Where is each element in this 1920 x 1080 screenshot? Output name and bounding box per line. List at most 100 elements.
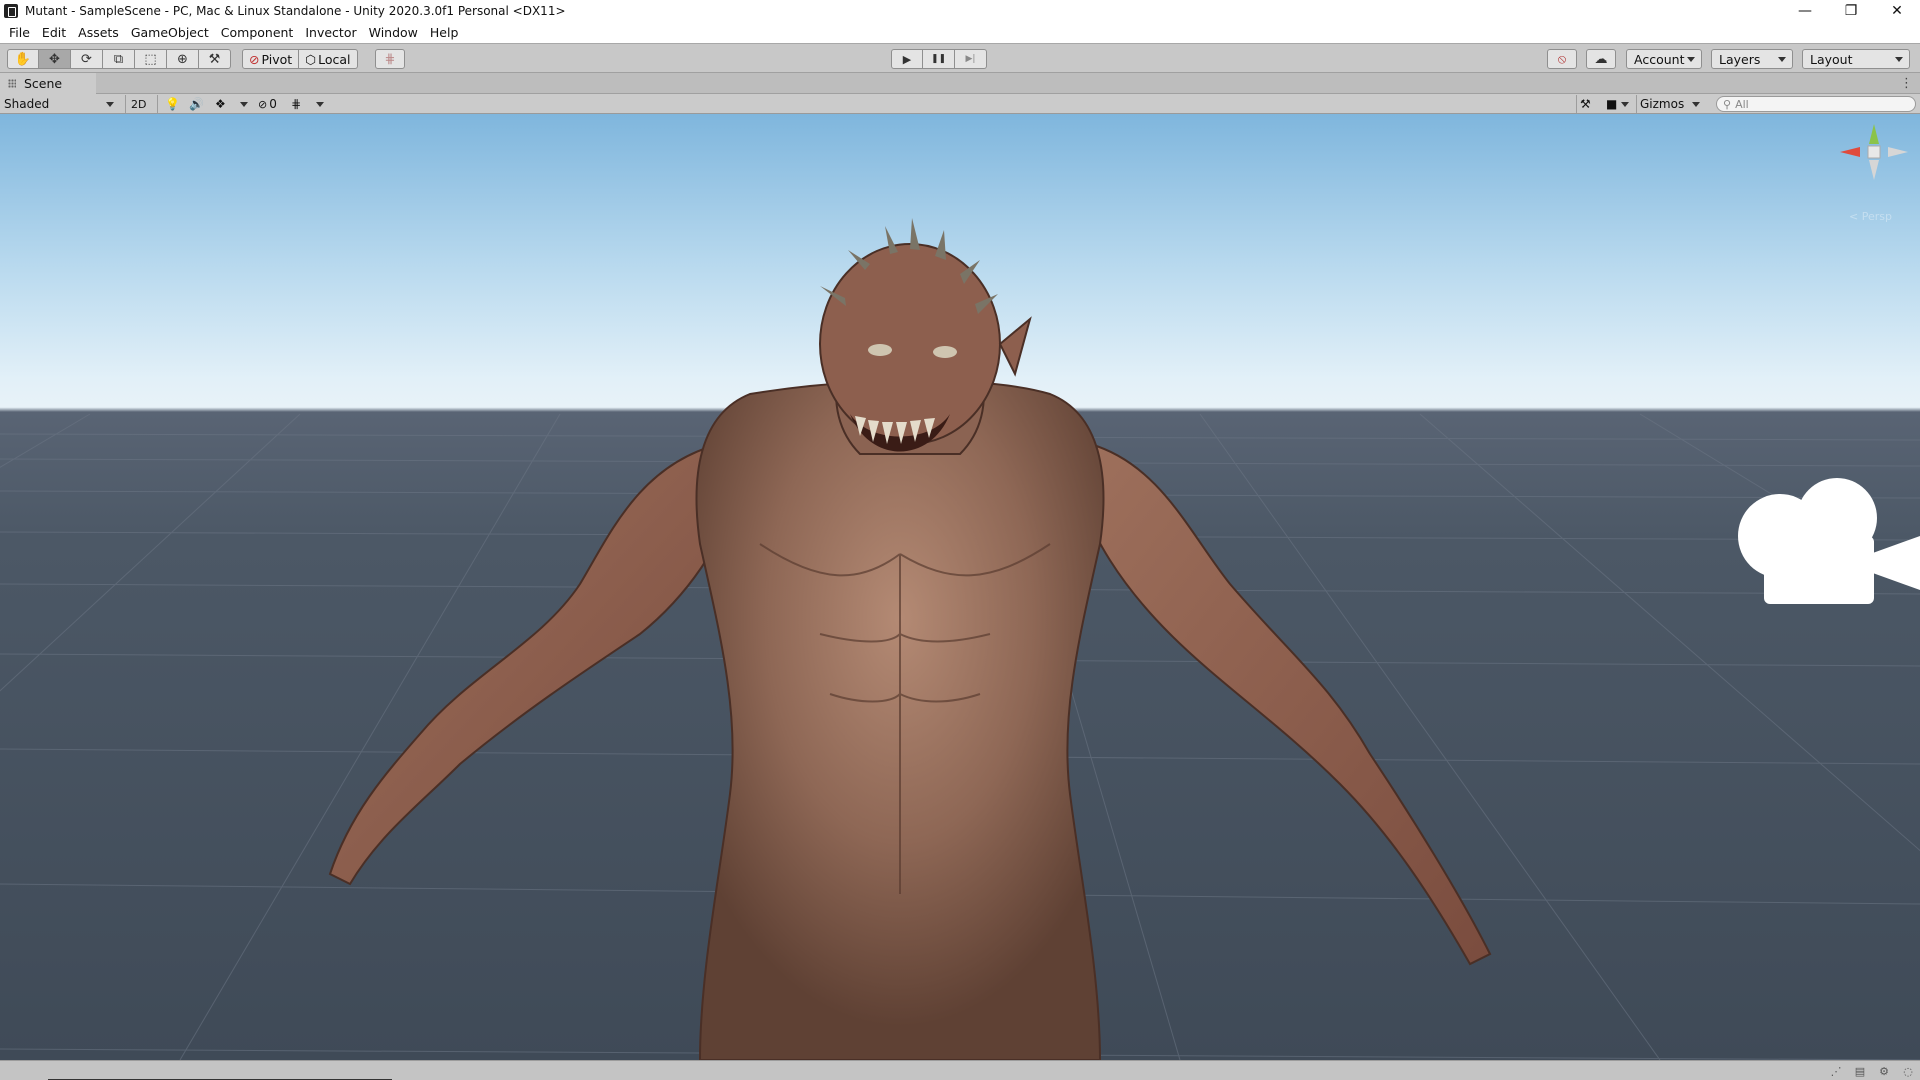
pause-button[interactable]: ❚❚: [923, 49, 955, 69]
custom-tool-button[interactable]: ⚒: [199, 49, 231, 69]
chevron-down-icon: [1692, 101, 1700, 107]
title-bar: Mutant - SampleScene - PC, Mac & Linux S…: [0, 0, 1920, 22]
window-controls: — ❐ ✕: [1782, 0, 1920, 22]
collab-group: ⦸: [1547, 49, 1577, 69]
menu-window[interactable]: Window: [363, 25, 424, 40]
kebab-menu-icon[interactable]: ⋮: [1900, 76, 1913, 91]
pivot-icon: ⊘: [249, 51, 260, 67]
snap-icon: ⋕: [384, 51, 396, 67]
restore-button[interactable]: ❐: [1828, 0, 1874, 22]
camera-settings-button[interactable]: ■: [1606, 95, 1630, 113]
grid-dropdown[interactable]: [316, 95, 324, 113]
rotate-tool-button[interactable]: ⟳: [71, 49, 103, 69]
unity-logo-icon: [4, 4, 18, 18]
layers-status-icon[interactable]: ▤: [1852, 1063, 1868, 1079]
effects-icon: ❖: [215, 97, 226, 111]
shading-mode-dropdown[interactable]: Shaded: [4, 95, 116, 113]
menu-assets[interactable]: Assets: [72, 25, 125, 40]
playback-controls: ▶ ❚❚ ▶|: [891, 49, 987, 69]
menu-component[interactable]: Component: [215, 25, 300, 40]
cloud-button[interactable]: ☁: [1586, 49, 1616, 69]
layout-dropdown[interactable]: Layout: [1802, 49, 1910, 69]
mutant-character-model[interactable]: [0, 114, 1920, 1060]
gizmos-button[interactable]: Gizmos: [1640, 95, 1684, 113]
cloud-icon: ☁: [1594, 51, 1608, 67]
hand-tool-button[interactable]: ✋: [7, 49, 39, 69]
local-label: Local: [318, 51, 351, 67]
pivot-group: ⊘ Pivot ⬡ Local: [242, 49, 358, 69]
chevron-down-icon: [1621, 101, 1630, 107]
hierarchy-search-input[interactable]: ⚲ All: [1716, 96, 1916, 112]
snap-group: ⋕: [375, 49, 405, 69]
step-button[interactable]: ▶|: [955, 49, 987, 69]
chevron-down-icon: [240, 101, 248, 107]
local-button[interactable]: ⬡ Local: [299, 49, 358, 69]
step-icon: ▶|: [965, 54, 976, 64]
effects-toggle[interactable]: ❖: [215, 95, 226, 113]
menu-help[interactable]: Help: [424, 25, 465, 40]
effects-dropdown[interactable]: [240, 95, 248, 113]
scale-tool-button[interactable]: ⧉: [103, 49, 135, 69]
close-button[interactable]: ✕: [1874, 0, 1920, 22]
debug-icon[interactable]: ⚙: [1876, 1063, 1892, 1079]
custom-tool-icon: ⚒: [208, 51, 221, 67]
collab-button[interactable]: ⦸: [1547, 49, 1577, 69]
2d-toggle[interactable]: 2D: [131, 95, 151, 113]
pivot-label: Pivot: [261, 51, 293, 67]
local-icon: ⬡: [305, 51, 317, 67]
gizmos-label: Gizmos: [1640, 97, 1685, 111]
scene-tab-strip: Scene ⋮: [0, 73, 1920, 94]
pivot-button[interactable]: ⊘ Pivot: [242, 49, 300, 69]
layers-dropdown[interactable]: Layers: [1711, 49, 1793, 69]
scale-icon: ⧉: [113, 51, 124, 67]
lighting-toggle[interactable]: 💡: [165, 95, 180, 113]
camera-gizmo-icon[interactable]: [1720, 466, 1920, 616]
minimize-button[interactable]: —: [1782, 0, 1828, 22]
separator: [125, 95, 126, 113]
network-icon[interactable]: ⋰: [1828, 1063, 1844, 1079]
rect-tool-button[interactable]: ⬚: [135, 49, 167, 69]
main-toolbar: ✋ ✥ ⟳ ⧉ ⬚ ⊕ ⚒ ⊘ Pivot ⬡ Local ⋕ ▶ ❚❚ ▶| …: [0, 43, 1920, 73]
play-icon: ▶: [902, 52, 912, 66]
move-icon: ✥: [49, 51, 60, 67]
layout-label: Layout: [1810, 51, 1853, 67]
rotate-icon: ⟳: [81, 51, 92, 67]
eye-slash-icon: ⊘: [258, 97, 268, 111]
hidden-objects-toggle[interactable]: ⊘ 0: [258, 95, 277, 113]
menu-invector[interactable]: Invector: [299, 25, 362, 40]
speaker-icon: 🔊: [189, 97, 204, 111]
cloud-group: ☁: [1586, 49, 1616, 69]
account-dropdown[interactable]: Account: [1626, 49, 1702, 69]
projection-label[interactable]: < Persp: [1849, 210, 1892, 223]
transform-tools: ✋ ✥ ⟳ ⧉ ⬚ ⊕ ⚒: [7, 49, 231, 69]
gizmos-dropdown[interactable]: [1692, 95, 1700, 113]
chevron-down-icon: [1778, 57, 1786, 62]
chevron-down-icon: [1687, 57, 1695, 62]
grid-icon: ⋕: [291, 97, 302, 111]
orientation-gizmo[interactable]: [1838, 122, 1910, 222]
separator: [1576, 95, 1577, 113]
wrench-icon: ⚒: [1580, 97, 1591, 111]
grid-toggle[interactable]: ⋕: [291, 95, 301, 113]
2d-label: 2D: [131, 97, 147, 111]
grip-icon: [8, 79, 16, 88]
hand-icon: ✋: [14, 51, 32, 67]
collab-icon: ⦸: [1557, 51, 1567, 67]
play-button[interactable]: ▶: [891, 49, 923, 69]
move-tool-button[interactable]: ✥: [39, 49, 71, 69]
audio-toggle[interactable]: 🔊: [189, 95, 204, 113]
tab-scene[interactable]: Scene: [0, 73, 96, 94]
snap-button[interactable]: ⋕: [375, 49, 405, 69]
rect-icon: ⬚: [144, 51, 157, 67]
menu-gameobject[interactable]: GameObject: [125, 25, 215, 40]
transform-tool-button[interactable]: ⊕: [167, 49, 199, 69]
window-title: Mutant - SampleScene - PC, Mac & Linux S…: [25, 4, 566, 18]
tools-overlay-toggle[interactable]: ⚒: [1580, 95, 1591, 113]
menu-bar: File Edit Assets GameObject Component In…: [0, 22, 1920, 43]
account-label: Account: [1634, 51, 1685, 67]
settings-icon[interactable]: ◌: [1900, 1063, 1916, 1079]
chevron-down-icon: [316, 101, 324, 107]
menu-file[interactable]: File: [3, 25, 36, 40]
scene-viewport[interactable]: < Persp: [0, 114, 1920, 1060]
menu-edit[interactable]: Edit: [36, 25, 72, 40]
